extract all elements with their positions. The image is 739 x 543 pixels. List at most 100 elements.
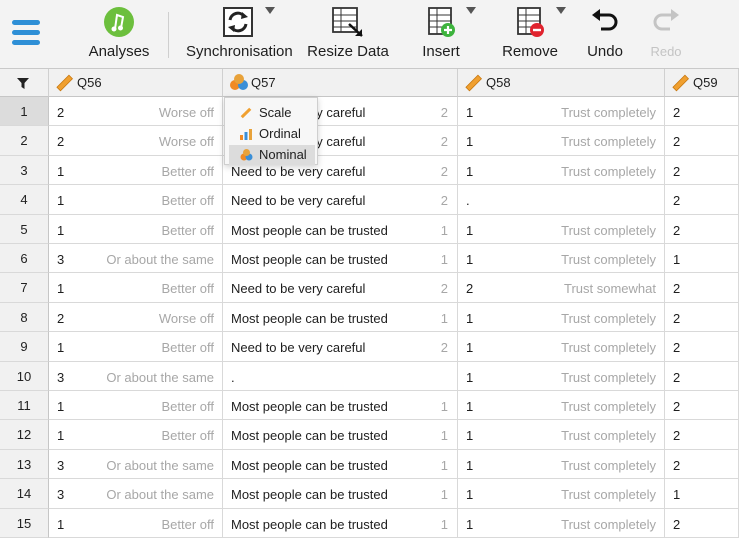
cell-q58[interactable]: 1 Trust completely — [458, 479, 665, 509]
insert-button[interactable]: Insert — [414, 0, 468, 69]
undo-button[interactable]: Undo — [582, 0, 628, 69]
cell-value: 1 — [466, 399, 474, 414]
redo-button[interactable]: Redo — [644, 0, 688, 69]
cell-q58[interactable]: 1 Trust completely — [458, 214, 665, 244]
cell-value: 1 — [57, 222, 65, 238]
menu-item-nominal[interactable]: Nominal — [229, 145, 315, 165]
cell-q57[interactable]: Need to be very careful 2 — [223, 332, 458, 362]
cell-value: 1 — [466, 516, 474, 532]
table-row: 14 3 Or about the same Most people can be t… — [0, 479, 739, 509]
cell-q58[interactable]: 1 Trust completely — [458, 244, 665, 274]
cell-q59[interactable]: 1 — [665, 244, 739, 274]
cell-label: Better off — [161, 163, 214, 179]
resize-data-button[interactable]: Resize Data — [306, 0, 390, 69]
cell-q58[interactable]: 1 Trust completely — [458, 155, 665, 186]
column-header-q59[interactable]: Q59 — [665, 69, 739, 97]
cell-q57[interactable]: Most people can be trusted 1 — [223, 244, 458, 274]
cell-q59[interactable]: 2 — [665, 273, 739, 303]
cell-q59[interactable]: 2 — [665, 302, 739, 333]
cell-q57[interactable]: Most people can be trusted 1 — [223, 214, 458, 244]
cell-q56[interactable]: 1 Better off — [49, 185, 223, 215]
row-number[interactable]: 2 — [0, 126, 49, 156]
cell-q58[interactable]: 1 Trust completely — [458, 449, 665, 480]
row-number[interactable]: 14 — [0, 479, 49, 509]
cell-q56[interactable]: 1 Better off — [49, 273, 223, 303]
column-header-q58[interactable]: Q58 — [458, 69, 665, 97]
cell-q58[interactable]: . — [458, 185, 665, 215]
cell-q56[interactable]: 1 Better off — [49, 155, 223, 186]
cell-q56[interactable]: 1 Better off — [49, 420, 223, 450]
cell-q58[interactable]: 1 Trust completely — [458, 361, 665, 391]
column-header-q56[interactable]: Q56 — [49, 69, 223, 97]
row-number[interactable]: 3 — [0, 155, 49, 186]
remove-button[interactable]: Remove — [500, 0, 560, 69]
insert-dropdown-icon[interactable] — [466, 7, 476, 14]
row-number[interactable]: 1 — [0, 97, 49, 127]
cell-q56[interactable]: 3 Or about the same — [49, 361, 223, 391]
cell-q59[interactable]: 2 — [665, 332, 739, 362]
cell-q59[interactable]: 2 — [665, 155, 739, 186]
row-number[interactable]: 13 — [0, 449, 49, 480]
cell-q57[interactable]: Most people can be trusted 1 — [223, 449, 458, 480]
filter-header[interactable] — [0, 69, 49, 97]
analyses-button[interactable]: Analyses — [82, 0, 156, 69]
cell-q58[interactable]: 1 Trust completely — [458, 420, 665, 450]
cell-q59[interactable]: 2 — [665, 214, 739, 244]
row-number[interactable]: 4 — [0, 185, 49, 215]
cell-q56[interactable]: 3 Or about the same — [49, 449, 223, 480]
row-number[interactable]: 9 — [0, 332, 49, 362]
cell-q58[interactable]: 1 Trust completely — [458, 508, 665, 538]
cell-q58[interactable]: 1 Trust completely — [458, 126, 665, 156]
cell-q57[interactable]: . — [223, 361, 458, 391]
cell-q58[interactable]: 2 Trust somewhat — [458, 273, 665, 303]
row-number[interactable]: 12 — [0, 420, 49, 450]
menu-icon[interactable] — [12, 20, 40, 46]
cell-q56[interactable]: 3 Or about the same — [49, 244, 223, 274]
cell-value: 1 — [466, 105, 474, 120]
cell-q56[interactable]: 1 Better off — [49, 214, 223, 244]
cell-q57[interactable]: Most people can be trusted 1 — [223, 508, 458, 538]
cell-q56[interactable]: 2 Worse off — [49, 97, 223, 127]
cell-q58[interactable]: 1 Trust completely — [458, 302, 665, 333]
cell-q56[interactable]: 2 Worse off — [49, 302, 223, 333]
cell-q59[interactable]: 1 — [665, 479, 739, 509]
cell-q56[interactable]: 2 Worse off — [49, 126, 223, 156]
row-number[interactable]: 8 — [0, 302, 49, 333]
cell-q59[interactable]: 2 — [665, 449, 739, 480]
cell-q59[interactable]: 2 — [665, 391, 739, 421]
cell-q57[interactable]: Most people can be trusted 1 — [223, 479, 458, 509]
cell-q59[interactable]: 2 — [665, 126, 739, 156]
cell-q56[interactable]: 1 Better off — [49, 391, 223, 421]
row-number[interactable]: 11 — [0, 391, 49, 421]
remove-dropdown-icon[interactable] — [556, 7, 566, 14]
cell-q56[interactable]: 3 Or about the same — [49, 479, 223, 509]
cell-q57[interactable]: Most people can be trusted 1 — [223, 391, 458, 421]
row-number[interactable]: 10 — [0, 361, 49, 391]
column-header-q57[interactable]: Q57 — [223, 69, 458, 97]
cell-q58[interactable]: 1 Trust completely — [458, 332, 665, 362]
cell-q59[interactable]: 2 — [665, 420, 739, 450]
ordinal-measure-icon — [240, 129, 252, 140]
row-number[interactable]: 15 — [0, 508, 49, 538]
cell-q58[interactable]: 1 Trust completely — [458, 97, 665, 127]
row-number[interactable]: 5 — [0, 214, 49, 244]
cell-q57[interactable]: Most people can be trusted 1 — [223, 420, 458, 450]
synchronisation-dropdown-icon[interactable] — [265, 7, 275, 14]
cell-q57[interactable]: Most people can be trusted 1 — [223, 302, 458, 333]
cell-q59[interactable]: 2 — [665, 508, 739, 538]
menu-item-ordinal[interactable]: Ordinal — [229, 124, 315, 144]
row-number[interactable]: 6 — [0, 244, 49, 274]
cell-value: 1 — [440, 457, 448, 473]
cell-q59[interactable]: 2 — [665, 185, 739, 215]
cell-q58[interactable]: 1 Trust completely — [458, 391, 665, 421]
cell-q56[interactable]: 1 Better off — [49, 508, 223, 538]
cell-q59[interactable]: 2 — [665, 97, 739, 127]
cell-q56[interactable]: 1 Better off — [49, 332, 223, 362]
cell-q57[interactable]: Need to be very careful 2 — [223, 185, 458, 215]
cell-q59[interactable]: 2 — [665, 361, 739, 391]
menu-item-scale[interactable]: Scale — [229, 103, 315, 123]
cell-q57[interactable]: Need to be very careful 2 — [223, 273, 458, 303]
row-number[interactable]: 7 — [0, 273, 49, 303]
cell-value: 3 — [57, 487, 65, 503]
cell-value: 1 — [466, 252, 474, 267]
